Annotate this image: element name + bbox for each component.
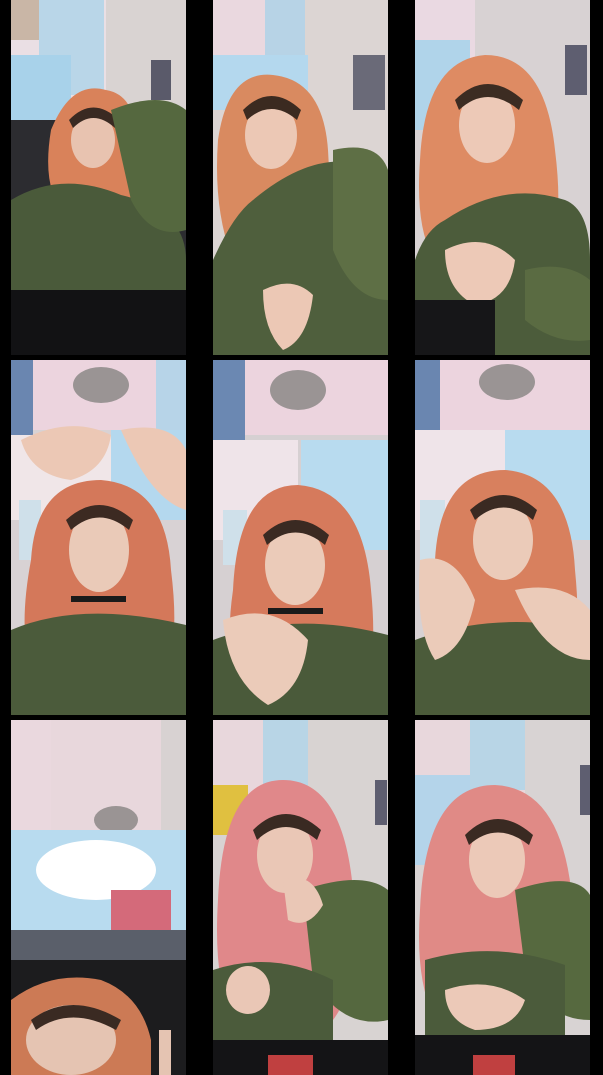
- frame-9[interactable]: [415, 720, 590, 1075]
- frame-6[interactable]: [415, 360, 590, 715]
- frame-5[interactable]: [213, 360, 388, 715]
- frame-4-image: [11, 360, 186, 715]
- frame-1-image: [11, 0, 186, 355]
- frame-4[interactable]: [11, 360, 186, 715]
- frame-7[interactable]: [11, 720, 186, 1075]
- frame-8-image: [213, 720, 388, 1075]
- frame-1[interactable]: [11, 0, 186, 355]
- frame-7-image: [11, 720, 186, 1075]
- frame-6-image: [415, 360, 590, 715]
- frame-8[interactable]: [213, 720, 388, 1075]
- frame-2[interactable]: [213, 0, 388, 355]
- video-thumbnail-grid: [0, 0, 603, 1075]
- frame-2-image: [213, 0, 388, 355]
- frame-5-image: [213, 360, 388, 715]
- frame-3-image: [415, 0, 590, 355]
- frame-3[interactable]: [415, 0, 590, 355]
- frame-9-image: [415, 720, 590, 1075]
